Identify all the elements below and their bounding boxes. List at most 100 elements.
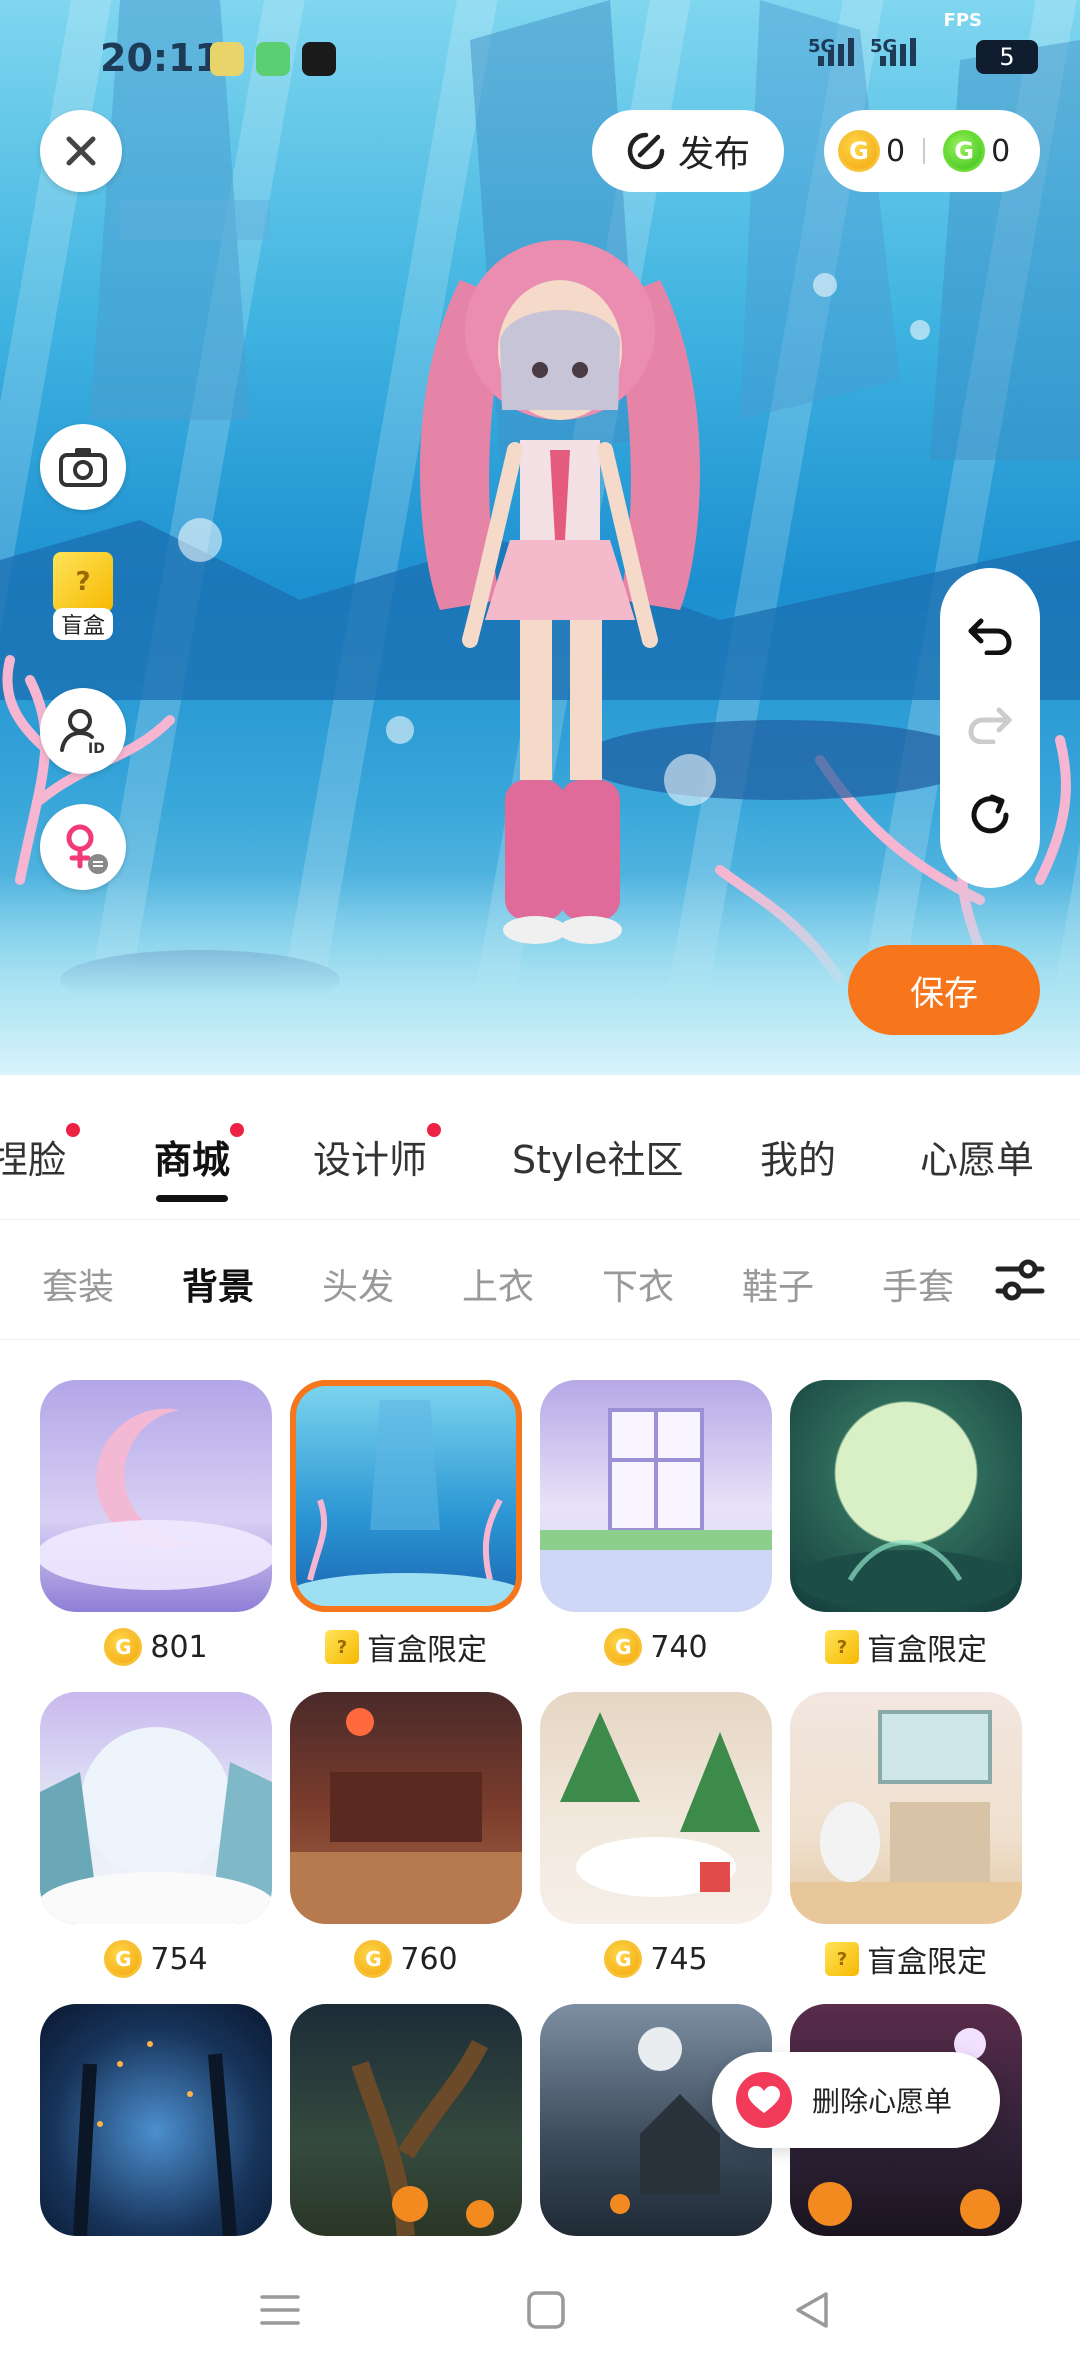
blindbox-label: 盲盒 — [52, 608, 113, 640]
app-root: 20:11 FPS 5G 5G 5 发布 G 0 G 0 ? 盲盒 ID 保存 … — [0, 0, 1080, 2374]
item-price: G 745 — [540, 1934, 772, 1984]
blindbox-button[interactable]: ? 盲盒 — [40, 552, 126, 652]
crescent-moon-art — [40, 1408, 272, 1590]
item-thumbnail — [290, 1380, 522, 1612]
grid-item[interactable]: G 740 — [540, 1380, 772, 1672]
grid-item[interactable] — [40, 2004, 272, 2236]
user-id-icon: ID — [60, 709, 105, 756]
back-nav-button[interactable] — [782, 2280, 842, 2340]
item-thumbnail — [790, 1692, 1022, 1924]
signal-icon — [880, 38, 916, 66]
menu-nav-button[interactable] — [250, 2280, 310, 2340]
category-gloves[interactable]: 手套 — [882, 1258, 954, 1310]
filter-sliders-icon — [995, 1259, 1045, 1301]
publish-label: 发布 — [677, 134, 750, 175]
active-tab-indicator — [156, 1195, 228, 1202]
grid-item[interactable]: ? 盲盒限定 — [790, 1380, 1022, 1672]
item-thumbnail — [290, 1692, 522, 1924]
back-triangle-icon — [796, 2292, 828, 2328]
currency-divider — [923, 138, 926, 164]
history-panel — [940, 568, 1040, 888]
item-price: ? 盲盒限定 — [790, 1622, 1022, 1672]
chinese-room-art — [290, 1708, 522, 1924]
camera-button[interactable] — [40, 424, 126, 510]
grid-item[interactable]: G 760 — [290, 1692, 522, 1984]
tab-shop[interactable]: 商城 — [154, 1123, 245, 1184]
currency-balance[interactable]: G 0 G 0 — [824, 110, 1040, 192]
tab-face-badge-dot — [66, 1123, 81, 1137]
item-price-value: 盲盒限定 — [367, 1633, 487, 1668]
undo-button[interactable] — [967, 615, 1013, 659]
grid-item-selected[interactable]: ? 盲盒限定 — [290, 1380, 522, 1672]
gold-coin-icon: G — [604, 1628, 643, 1666]
christmas-art — [560, 1712, 760, 1897]
reset-button[interactable] — [968, 793, 1012, 841]
grid-item[interactable] — [290, 2004, 522, 2236]
heart-icon — [736, 2072, 792, 2128]
blindbox-icon: ? — [325, 1630, 359, 1664]
tab-designer-label: 设计师 — [313, 1138, 428, 1182]
item-price-value: 801 — [150, 1629, 208, 1665]
tab-mine-label: 我的 — [760, 1138, 837, 1182]
gold-coin-icon: G — [604, 1940, 643, 1978]
redo-button[interactable] — [967, 704, 1013, 748]
night-forest-art — [73, 2041, 237, 2236]
item-thumbnail — [790, 1380, 1022, 1612]
item-price-value: 盲盒限定 — [867, 1945, 987, 1980]
home-square-icon — [527, 2291, 565, 2329]
tab-wishlist[interactable]: 心愿单 — [920, 1129, 1034, 1184]
svg-text:ID: ID — [88, 741, 105, 756]
filter-button[interactable] — [980, 1240, 1060, 1320]
spooky-tree-art — [351, 2039, 494, 2236]
category-bottom[interactable]: 下衣 — [602, 1258, 674, 1310]
gender-switch-button[interactable] — [40, 804, 126, 890]
tab-mine[interactable]: 我的 — [760, 1129, 836, 1184]
avatar-scene[interactable]: 20:11 FPS 5G 5G 5 发布 G 0 G 0 ? 盲盒 ID 保存 — [0, 0, 1080, 1075]
gold-coin-icon: G — [104, 1940, 143, 1978]
save-button[interactable]: 保存 — [848, 945, 1040, 1035]
close-button[interactable] — [40, 110, 122, 192]
home-nav-button[interactable] — [516, 2280, 576, 2340]
menu-icon — [260, 2295, 300, 2325]
item-price-value: 745 — [650, 1941, 708, 1977]
app-notification-icon — [256, 42, 290, 76]
category-top[interactable]: 上衣 — [462, 1258, 534, 1310]
blindbox-icon: ? — [825, 1942, 859, 1976]
category-outfit[interactable]: 套装 — [42, 1258, 114, 1310]
gold-coin-icon: G — [354, 1940, 393, 1978]
publish-button[interactable]: 发布 — [592, 110, 784, 192]
remove-wishlist-popup[interactable]: 删除心愿单 — [712, 2052, 1000, 2148]
status-time: 20:11 — [100, 36, 221, 80]
tiktok-icon — [302, 42, 336, 76]
close-icon — [66, 136, 96, 166]
grid-item[interactable]: G 745 — [540, 1692, 772, 1984]
snow-pavilion-art — [40, 1727, 272, 1924]
item-price: G 754 — [40, 1934, 272, 1984]
tab-shop-label: 商城 — [154, 1138, 231, 1182]
grid-item[interactable]: ? 盲盒限定 — [790, 1692, 1022, 1984]
gold-coin-count: 0 — [886, 133, 906, 169]
tab-face[interactable]: 捏脸 — [0, 1123, 81, 1184]
item-thumbnail — [40, 2004, 272, 2236]
category-shoes[interactable]: 鞋子 — [742, 1258, 814, 1310]
avatar-id-button[interactable]: ID — [40, 688, 126, 774]
item-thumbnail — [40, 1380, 272, 1612]
category-hair[interactable]: 头发 — [322, 1258, 394, 1310]
tab-face-label: 捏脸 — [0, 1138, 67, 1182]
item-price-value: 754 — [150, 1941, 208, 1977]
redo-icon — [968, 707, 1012, 745]
grid-item[interactable]: G 801 — [40, 1380, 272, 1672]
tab-style-community[interactable]: Style社区 — [512, 1129, 683, 1184]
green-coin-icon: G — [943, 130, 986, 172]
green-moon-art — [796, 1540, 1016, 1610]
category-background[interactable]: 背景 — [182, 1258, 254, 1310]
item-thumbnail — [290, 2004, 522, 2236]
reset-icon — [971, 794, 1009, 834]
publish-icon — [627, 132, 665, 170]
app-notification-icon — [210, 42, 244, 76]
gold-coin-icon: G — [104, 1628, 143, 1666]
item-price-value: 740 — [650, 1629, 708, 1665]
fps-label: FPS — [943, 10, 982, 31]
grid-item[interactable]: G 754 — [40, 1692, 272, 1984]
tab-designer[interactable]: 设计师 — [313, 1123, 442, 1184]
